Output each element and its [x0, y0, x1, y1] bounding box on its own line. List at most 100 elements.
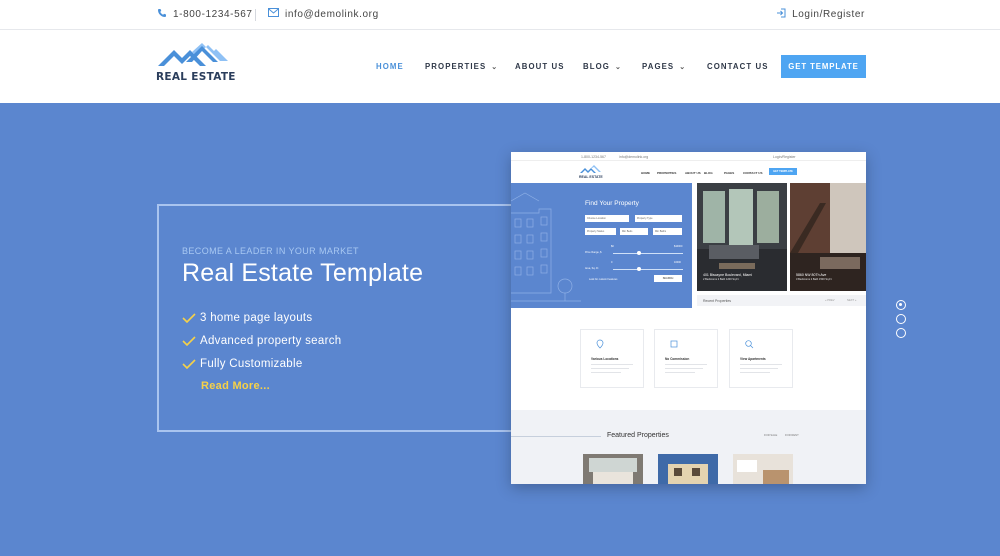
feature-text: Fully Customizable	[200, 357, 303, 370]
nav-pages-label: PAGES	[642, 62, 675, 71]
slider-dot-3[interactable]	[896, 328, 906, 338]
preview-feature-card: Various Locations	[580, 329, 644, 388]
preview-card-line	[591, 364, 633, 365]
preview-range-value: 0	[611, 261, 613, 264]
preview-nav-item: HOME	[641, 171, 650, 175]
preview-area-slider	[613, 267, 683, 271]
hero-eyebrow: BECOME A LEADER IN YOUR MARKET	[182, 246, 359, 256]
login-icon	[776, 8, 786, 21]
template-preview-image: 1-800-1234-567 info@demolink.org Login/R…	[511, 152, 866, 484]
bedroom-photo-icon	[583, 454, 643, 484]
phone-contact[interactable]: 1-800-1234-567	[157, 8, 253, 21]
email-text: info@demolink.org	[285, 8, 379, 20]
preview-logo-text: REAL ESTATE	[579, 175, 603, 179]
preview-sale-link: FOR SALE	[764, 434, 778, 437]
preview-price-slider	[613, 251, 683, 255]
nav-home-label: HOME	[376, 62, 404, 71]
preview-card-line	[740, 372, 770, 373]
kitchen-photo-icon	[733, 454, 793, 484]
nav-about-us[interactable]: ABOUT US	[515, 62, 565, 71]
preview-photo-caption: 401 Biscayne Boulevard, Miami	[703, 273, 753, 277]
preview-card-line	[591, 368, 629, 369]
preview-search-title: Find Your Property	[585, 200, 639, 207]
search-icon	[745, 340, 754, 349]
preview-header: REAL ESTATE HOME PROPERTIES ABOUT US BLO…	[511, 161, 866, 183]
feature-text: 3 home page layouts	[200, 311, 313, 324]
chevron-down-icon: ⌄	[491, 63, 499, 71]
preview-photo-subcaption: 2 Bedrooms 2 Bath 1200 Sq.Ft	[703, 278, 739, 281]
nav-contact-us[interactable]: CONTACT US	[707, 62, 769, 71]
preview-card-line	[665, 368, 703, 369]
preview-top-bar: 1-800-1234-567 info@demolink.org Login/R…	[511, 152, 866, 161]
preview-location-field: Choose Location	[585, 215, 629, 222]
preview-recent-bar: Recent Properties « PREV NEXT »	[697, 295, 866, 306]
commission-icon	[670, 340, 678, 348]
nav-properties[interactable]: PROPERTIES ⌄	[425, 62, 498, 71]
read-more-link[interactable]: Read More...	[201, 380, 270, 392]
preview-type-field: Property Type	[635, 215, 682, 222]
logo-text[interactable]: REAL ESTATE	[156, 71, 236, 83]
preview-beds-field: Min Beds	[620, 228, 648, 235]
email-contact[interactable]: info@demolink.org	[268, 8, 379, 20]
nav-contact-label: CONTACT US	[707, 62, 769, 71]
phone-icon	[157, 8, 167, 21]
preview-nav-item: ABOUT US	[685, 171, 701, 175]
check-icon	[182, 312, 196, 323]
preview-search-panel: Find Your Property Choose Location Prope…	[511, 183, 692, 308]
preview-nav-item: PROPERTIES	[657, 171, 677, 175]
preview-checkbox-label: Look for custom Features	[589, 278, 618, 281]
phone-text: 1-800-1234-567	[173, 9, 253, 20]
preview-card-title: Various Locations	[591, 357, 619, 361]
preview-rent-link: FOR RENT	[785, 434, 799, 437]
preview-photo-caption: 5860 NW 80Th Ave	[796, 273, 827, 277]
preview-card-line	[740, 368, 778, 369]
feature-item: Advanced property search	[182, 329, 341, 352]
preview-search-button: SEARCH	[654, 275, 682, 282]
feature-text: Advanced property search	[200, 334, 342, 347]
building-illustration-icon	[511, 192, 581, 302]
preview-property-photo: 401 Biscayne Boulevard, Miami 2 Bedrooms…	[697, 183, 787, 291]
top-bar: 1-800-1234-567 info@demolink.org Login/R…	[0, 0, 1000, 30]
location-pin-icon	[596, 339, 604, 349]
divider	[255, 9, 256, 21]
get-template-button[interactable]: GET TEMPLATE	[781, 55, 866, 78]
preview-status-field: Property Status	[585, 228, 616, 235]
login-register-link[interactable]: Login/Register	[776, 8, 865, 21]
preview-logo-icon	[580, 165, 601, 173]
check-icon	[182, 335, 196, 346]
preview-range-value: 10000	[674, 261, 681, 264]
house-exterior-photo-icon	[658, 454, 718, 484]
nav-pages[interactable]: PAGES ⌄	[642, 62, 686, 71]
slider-dot-1[interactable]	[896, 300, 906, 310]
chevron-down-icon: ⌄	[614, 63, 622, 71]
preview-card-line	[665, 364, 707, 365]
preview-featured-thumb	[658, 454, 718, 484]
hero-title: Real Estate Template	[182, 259, 424, 287]
preview-price-label: Price Range, $	[585, 251, 602, 254]
chevron-down-icon: ⌄	[679, 63, 687, 71]
feature-item: Fully Customizable	[182, 352, 341, 375]
preview-next-link: NEXT »	[847, 299, 857, 302]
preview-phone: 1-800-1234-567	[581, 155, 606, 159]
slider-dot-2[interactable]	[896, 314, 906, 324]
preview-area-label: Area, Sq. Ft	[585, 267, 599, 270]
check-icon	[182, 358, 196, 369]
nav-home[interactable]: HOME	[376, 62, 404, 71]
preview-nav-item: BLOG	[704, 171, 713, 175]
feature-item: 3 home page layouts	[182, 306, 341, 329]
preview-featured-thumb	[583, 454, 643, 484]
preview-feature-card: No Commission	[654, 329, 718, 388]
preview-recent-label: Recent Properties	[703, 299, 732, 303]
preview-card-line	[740, 364, 782, 365]
preview-login: Login/Register	[773, 155, 796, 159]
feature-list: 3 home page layouts Advanced property se…	[182, 306, 341, 375]
main-header: REAL ESTATE HOME PROPERTIES ⌄ ABOUT US BL…	[0, 30, 1000, 103]
preview-get-template-button: GET TEMPLATE	[769, 168, 797, 175]
nav-blog-label: BLOG	[583, 62, 610, 71]
nav-about-label: ABOUT US	[515, 62, 565, 71]
preview-nav-item: CONTACT US	[743, 171, 763, 175]
nav-blog[interactable]: BLOG ⌄	[583, 62, 622, 71]
preview-card-title: View Apartments	[740, 357, 766, 361]
preview-divider	[511, 436, 601, 437]
preview-property-photo: 5860 NW 80Th Ave 3 Bedrooms 2 Bath 1500 …	[790, 183, 866, 291]
